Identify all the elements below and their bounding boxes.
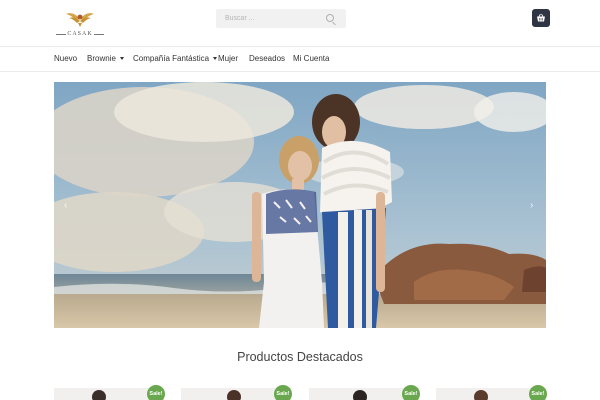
sale-badge: Sale! <box>529 385 547 400</box>
caret-down-icon <box>119 57 124 60</box>
hero-image <box>54 82 546 328</box>
chevron-right-icon: › <box>530 200 534 211</box>
sale-badge: Sale! <box>402 385 420 400</box>
nav-item-mujer[interactable]: Mujer <box>218 54 238 63</box>
product-image <box>227 390 241 400</box>
search-input[interactable] <box>216 9 326 28</box>
search-box <box>216 9 346 28</box>
product-image <box>353 390 367 400</box>
sale-badge: Sale! <box>274 385 292 400</box>
logo-divider-right <box>94 34 104 35</box>
nav-item-label: Nuevo <box>54 54 78 63</box>
cart-button[interactable] <box>532 9 550 27</box>
nav-item-brownie[interactable]: Brownie <box>87 54 124 63</box>
site-header: CASAK <box>0 0 600 46</box>
nav-item-label: Brownie <box>87 54 116 63</box>
chevron-left-icon: ‹ <box>64 200 68 211</box>
nav-item-label: Deseados <box>249 54 286 63</box>
nav-item-deseados[interactable]: Deseados <box>249 54 285 63</box>
nav-item-nuevo[interactable]: Nuevo <box>54 54 77 63</box>
caret-down-icon <box>213 57 218 60</box>
main-navigation: Nuevo Brownie Compañía Fantástica Mujer … <box>0 46 600 72</box>
slider-prev-button[interactable]: ‹ <box>64 200 67 211</box>
sale-badge: Sale! <box>147 385 165 400</box>
slider-next-button[interactable]: › <box>530 200 533 211</box>
wings-icon <box>66 13 94 27</box>
product-image <box>474 390 488 400</box>
casak-logo[interactable]: CASAK <box>56 6 104 40</box>
nav-item-label: Mujer <box>218 54 239 63</box>
featured-products-title: Productos Destacados <box>237 350 363 364</box>
nav-item-mi-cuenta[interactable]: Mi Cuenta <box>293 54 329 63</box>
nav-item-compania-fantastica[interactable]: Compañía Fantástica <box>133 54 218 63</box>
nav-item-label: Mi Cuenta <box>293 54 330 63</box>
nav-item-label: Compañía Fantástica <box>133 54 210 63</box>
product-image <box>92 390 106 400</box>
hero-slider[interactable]: ‹ › <box>54 82 546 328</box>
search-icon[interactable] <box>326 14 334 22</box>
cart-icon <box>537 13 545 22</box>
